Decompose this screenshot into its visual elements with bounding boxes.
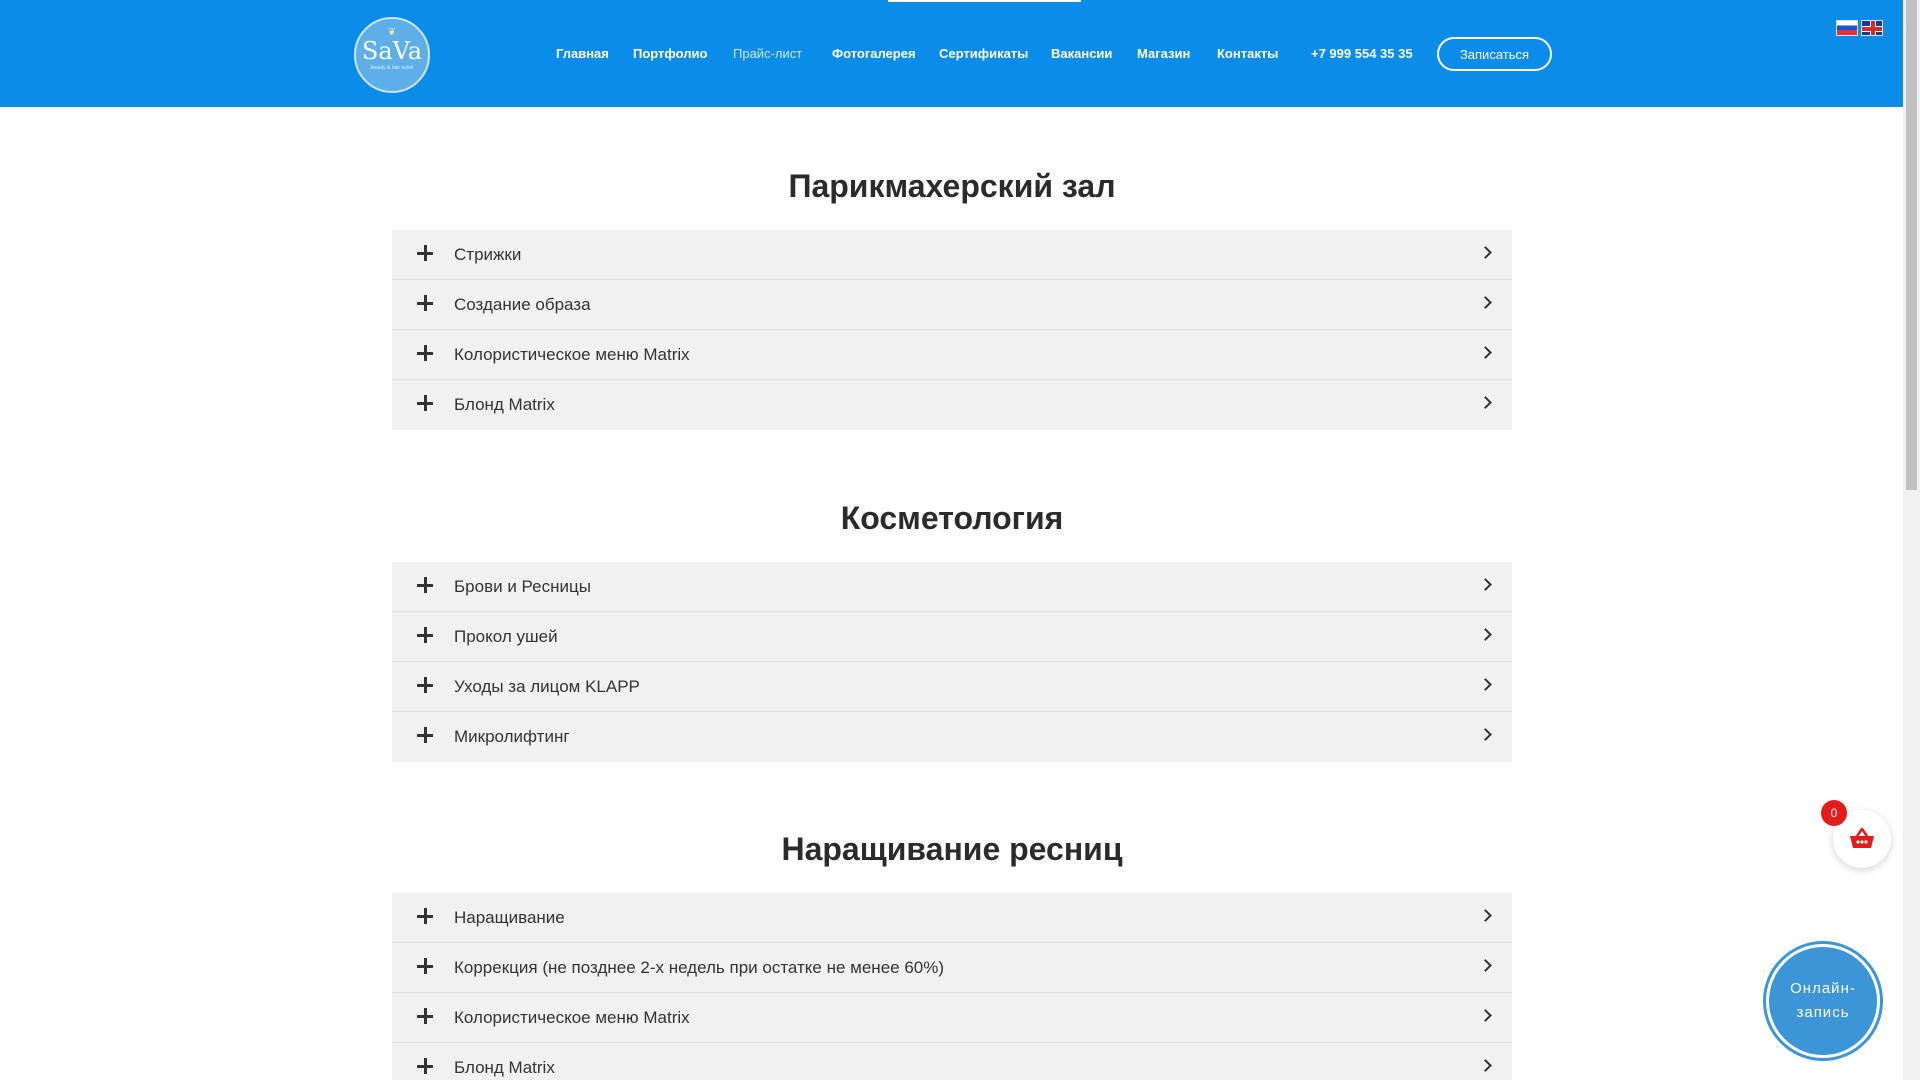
- section-title-hair: Парикмахерский зал: [788, 168, 1116, 204]
- chevron-right-icon: [1479, 959, 1492, 972]
- scrollbar-thumb[interactable]: [1906, 0, 1917, 490]
- nav-item-contacts[interactable]: Контакты: [1217, 46, 1278, 61]
- scrollbar[interactable]: [1903, 0, 1920, 1080]
- online-booking-line2: запись: [1796, 1004, 1850, 1021]
- section-title-lashes: Наращивание ресниц: [781, 831, 1123, 867]
- chevron-right-icon: [1479, 909, 1492, 922]
- accordion-item[interactable]: Брови и Ресницы: [392, 562, 1512, 612]
- plus-icon: [417, 395, 433, 411]
- chevron-right-icon: [1479, 346, 1492, 359]
- chevron-right-icon: [1479, 728, 1492, 741]
- accordion-item[interactable]: Микролифтинг: [392, 712, 1512, 762]
- accordion-item[interactable]: Стрижки: [392, 230, 1512, 280]
- site-header: ❦ SaVa beauty & hair salon Главная Портф…: [0, 0, 1903, 107]
- plus-icon: [417, 345, 433, 361]
- nav-item-certificates[interactable]: Сертификаты: [939, 46, 1028, 61]
- plus-icon: [417, 677, 433, 693]
- accordion-item-label: Колористическое меню Matrix: [454, 344, 690, 364]
- online-booking-button[interactable]: Онлайн- запись: [1766, 944, 1880, 1058]
- plus-icon: [417, 577, 433, 593]
- chevron-right-icon: [1479, 1009, 1492, 1022]
- nav-item-vacancies[interactable]: Вакансии: [1051, 46, 1112, 61]
- accordion-item-label: Блонд Matrix: [454, 395, 555, 414]
- accordion-item[interactable]: Коррекция (не позднее 2-х недель при ост…: [392, 943, 1512, 993]
- cart-count-badge: 0: [1821, 800, 1847, 826]
- chevron-right-icon: [1479, 1059, 1492, 1072]
- accordion-item[interactable]: Создание образа: [392, 280, 1512, 330]
- plus-icon: [417, 908, 433, 924]
- section-title-cosmetology: Косметология: [840, 500, 1064, 536]
- plus-icon: [417, 245, 433, 261]
- language-switcher: [1836, 20, 1883, 36]
- accordion-item-label: Стрижки: [454, 244, 522, 264]
- accordion-item[interactable]: Блонд Matrix: [392, 380, 1512, 430]
- accordion-item-label: Коррекция (не позднее 2-х недель при ост…: [454, 957, 945, 977]
- plus-icon: [417, 727, 433, 743]
- nav-item-portfolio[interactable]: Портфолио: [633, 46, 707, 61]
- plus-icon: [417, 1008, 433, 1024]
- chevron-right-icon: [1479, 628, 1492, 641]
- accordion-item-label: Прокол ушей: [454, 626, 558, 646]
- accordion-cosmetology: Брови и Ресницы Прокол ушей Уходы за лиц…: [392, 562, 1512, 762]
- chevron-right-icon: [1479, 678, 1492, 691]
- nav-item-gallery[interactable]: Фотогалерея: [832, 46, 916, 61]
- plus-icon: [417, 1058, 433, 1074]
- online-booking-line1: Онлайн-: [1790, 980, 1856, 997]
- russia-flag-icon[interactable]: [1836, 20, 1858, 36]
- accordion-item[interactable]: Блонд Matrix: [392, 1043, 1512, 1080]
- uk-flag-icon[interactable]: [1861, 20, 1883, 36]
- accordion-item-label: Микролифтинг: [454, 727, 570, 746]
- accordion-item-label: Брови и Ресницы: [454, 576, 591, 596]
- accordion-hair: Стрижки Создание образа Колористическое …: [392, 230, 1512, 430]
- accordion-item-label: Колористическое меню Matrix: [454, 1007, 690, 1027]
- plus-icon: [417, 627, 433, 643]
- nav-item-shop[interactable]: Магазин: [1137, 46, 1190, 61]
- accordion-item[interactable]: Колористическое меню Matrix: [392, 330, 1512, 380]
- accordion-lashes: Наращивание Коррекция (не позднее 2-х не…: [392, 893, 1512, 1080]
- chevron-right-icon: [1479, 246, 1492, 259]
- phone-link[interactable]: +7 999 554 35 35: [1311, 46, 1413, 61]
- basket-icon: [1850, 827, 1874, 848]
- nav-item-home[interactable]: Главная: [556, 46, 609, 61]
- accordion-item-label: Наращивание: [454, 907, 565, 927]
- plus-icon: [417, 295, 433, 311]
- accordion-item-label: Уходы за лицом KLAPP: [454, 676, 640, 696]
- main-nav: Главная Портфолио Прайс-лист Фотогалерея…: [0, 0, 1903, 107]
- accordion-item[interactable]: Прокол ушей: [392, 612, 1512, 662]
- accordion-item-label: Блонд Matrix: [454, 1058, 555, 1077]
- chevron-right-icon: [1479, 396, 1492, 409]
- accordion-item-label: Создание образа: [454, 294, 591, 314]
- signup-button[interactable]: Записаться: [1437, 37, 1552, 71]
- accordion-item[interactable]: Колористическое меню Matrix: [392, 993, 1512, 1043]
- plus-icon: [417, 958, 433, 974]
- accordion-item[interactable]: Наращивание: [392, 893, 1512, 943]
- nav-item-price-list[interactable]: Прайс-лист: [733, 46, 802, 61]
- accordion-item[interactable]: Уходы за лицом KLAPP: [392, 662, 1512, 712]
- chevron-right-icon: [1479, 578, 1492, 591]
- chevron-right-icon: [1479, 296, 1492, 309]
